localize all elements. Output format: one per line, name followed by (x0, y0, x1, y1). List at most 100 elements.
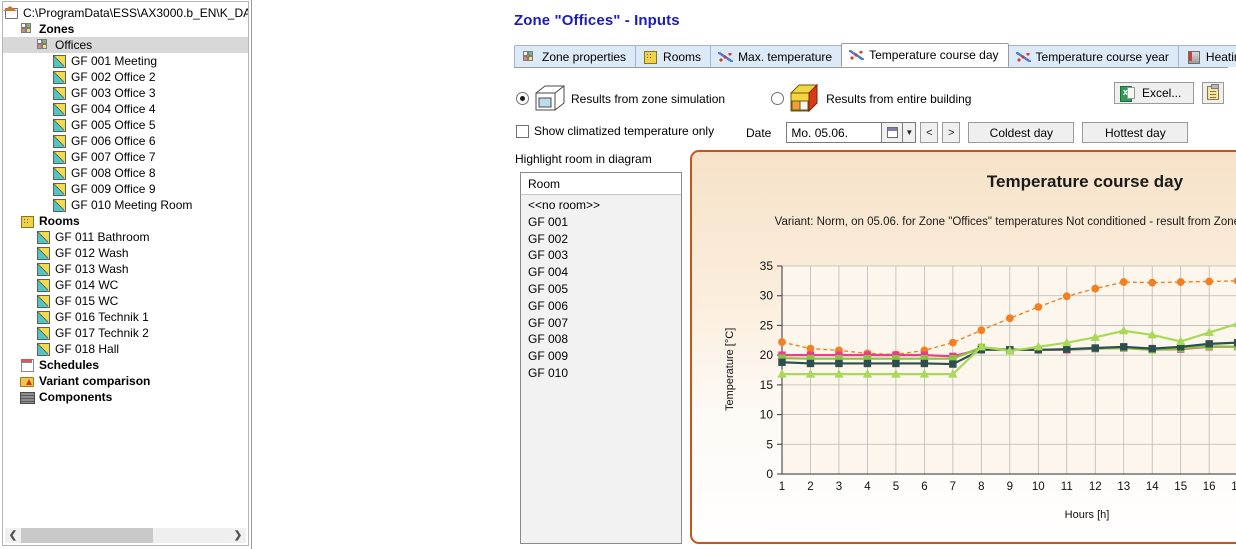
tree-item-variant-comparison[interactable]: Variant comparison (3, 373, 248, 389)
coldest-day-button[interactable]: Coldest day (968, 122, 1074, 143)
tree-item-gf-010-meeting-room[interactable]: GF 010 Meeting Room (3, 197, 248, 213)
x-tick-label: 5 (893, 481, 899, 493)
room-list-items[interactable]: <<no room>>GF 001GF 002GF 003GF 004GF 00… (521, 195, 681, 543)
tree-item-label: GF 014 WC (51, 277, 118, 293)
tree-item-label: GF 017 Technik 2 (51, 325, 149, 341)
climatized-only-checkbox[interactable] (516, 125, 529, 138)
climatized-only-checkbox-row[interactable]: Show climatized temperature only (516, 124, 714, 138)
tree-item-label: GF 011 Bathroom (51, 229, 150, 245)
date-input[interactable]: Mo. 05.06. (786, 122, 882, 143)
tree-item-gf-017-technik-2[interactable]: GF 017 Technik 2 (3, 325, 248, 341)
data-point (779, 339, 786, 346)
tree-item-components[interactable]: Components (3, 389, 248, 405)
room-list-item[interactable]: GF 004 (521, 264, 681, 281)
tree-item-label: GF 004 Office 4 (67, 101, 156, 117)
tab-rooms[interactable]: Rooms (635, 45, 711, 67)
room-list-item[interactable]: GF 006 (521, 298, 681, 315)
tree-item-gf-004-office-4[interactable]: GF 004 Office 4 (3, 101, 248, 117)
room-list-item[interactable]: GF 009 (521, 348, 681, 365)
room-list-item[interactable]: <<no room>> (521, 197, 681, 214)
highlight-room-label: Highlight room in diagram (515, 152, 652, 166)
previous-day-button[interactable]: < (920, 122, 938, 143)
tree-horizontal-scrollbar[interactable]: ❮ ❯ (2, 525, 249, 546)
tree-item-gf-014-wc[interactable]: GF 014 WC (3, 277, 248, 293)
tab-label: Temperature course year (1036, 50, 1169, 64)
radio-zone-simulation[interactable]: Results from zone simulation (516, 85, 725, 112)
data-point (1063, 293, 1070, 300)
scroll-right-icon[interactable]: ❯ (230, 528, 246, 543)
tree-item-label: Variant comparison (35, 373, 150, 389)
radio-entire-building[interactable]: Results from entire building (771, 84, 971, 113)
scroll-left-icon[interactable]: ❮ (5, 528, 21, 543)
tree-item-gf-002-office-2[interactable]: GF 002 Office 2 (3, 69, 248, 85)
y-tick-label: 30 (760, 289, 774, 303)
page-title: Zone "Offices" - Inputs (514, 12, 680, 29)
tab-temperature-course-day[interactable]: Temperature course day (841, 43, 1008, 67)
hottest-day-button[interactable]: Hottest day (1082, 122, 1188, 143)
next-day-button[interactable]: > (942, 122, 960, 143)
x-tick-label: 8 (978, 481, 984, 493)
tree-item-schedules[interactable]: Schedules (3, 357, 248, 373)
tree-item-gf-015-wc[interactable]: GF 015 WC (3, 293, 248, 309)
tree-item-label: GF 012 Wash (51, 245, 129, 261)
data-point (893, 360, 899, 366)
data-point (1121, 344, 1127, 350)
x-tick-label: 11 (1061, 481, 1073, 493)
project-tree[interactable]: C:\ProgramData\ESS\AX3000.b_EN\K_DATZone… (2, 1, 249, 525)
x-axis-label: Hours [h] (692, 509, 1236, 521)
tree-item-gf-016-technik-1[interactable]: GF 016 Technik 1 (3, 309, 248, 325)
wireframe-cube-icon (535, 85, 565, 112)
room-icon (35, 278, 51, 292)
brick-wall-icon (19, 390, 35, 404)
room-list-item[interactable]: GF 008 (521, 331, 681, 348)
copy-to-clipboard-button[interactable] (1202, 82, 1224, 104)
tab-temperature-course-year[interactable]: Temperature course year (1008, 45, 1179, 67)
room-list-item[interactable]: GF 002 (521, 231, 681, 248)
tree-item-gf-005-office-5[interactable]: GF 005 Office 5 (3, 117, 248, 133)
excel-export-button[interactable]: Excel... (1114, 82, 1194, 104)
room-icon (51, 166, 67, 180)
tree-item-gf-011-bathroom[interactable]: GF 011 Bathroom (3, 229, 248, 245)
tree-item-label: GF 005 Office 5 (67, 117, 156, 133)
tree-item-zones[interactable]: Zones (3, 21, 248, 37)
tree-item-gf-006-office-6[interactable]: GF 006 Office 6 (3, 133, 248, 149)
tree-item-gf-012-wash[interactable]: GF 012 Wash (3, 245, 248, 261)
tree-item-gf-009-office-9[interactable]: GF 009 Office 9 (3, 181, 248, 197)
room-list-item[interactable]: GF 010 (521, 365, 681, 382)
chevron-down-icon[interactable]: ▼ (903, 122, 916, 143)
tree-item-gf-003-office-3[interactable]: GF 003 Office 3 (3, 85, 248, 101)
tab-zone-properties[interactable]: Zone properties (514, 45, 636, 67)
tree-item-gf-013-wash[interactable]: GF 013 Wash (3, 261, 248, 277)
room-list-item[interactable]: GF 003 (521, 247, 681, 264)
data-point (1092, 345, 1098, 351)
tab-max-temperature[interactable]: Max. temperature (710, 45, 842, 67)
tab-heating-cooling-load-per-year[interactable]: Heating/Cooling load per year (1178, 45, 1236, 67)
load-icon (1186, 51, 1201, 63)
clipboard-icon (1207, 86, 1219, 100)
tree-item-rooms[interactable]: Rooms (3, 213, 248, 229)
room-list-item[interactable]: GF 001 (521, 214, 681, 231)
results-source-group: Results from zone simulation Results f (516, 84, 971, 113)
radio-entire-building-button[interactable] (771, 92, 784, 105)
data-point (1120, 279, 1127, 286)
room-list-item[interactable]: GF 005 (521, 281, 681, 298)
data-point (1206, 341, 1212, 347)
tree-item-label: Zones (35, 21, 74, 37)
room-list-item[interactable]: GF 007 (521, 315, 681, 332)
radio-zone-simulation-button[interactable] (516, 92, 529, 105)
tree-item-label: C:\ProgramData\ESS\AX3000.b_EN\K_DAT (19, 5, 249, 21)
scrollbar-track[interactable] (21, 528, 230, 543)
tree-item-gf-018-hall[interactable]: GF 018 Hall (3, 341, 248, 357)
scrollbar-thumb[interactable] (21, 528, 153, 543)
calendar-icon[interactable] (882, 122, 903, 143)
excel-icon (1120, 86, 1135, 101)
tree-item-label: Components (35, 389, 112, 405)
tree-root-path[interactable]: C:\ProgramData\ESS\AX3000.b_EN\K_DAT (3, 5, 248, 21)
tree-item-gf-007-office-7[interactable]: GF 007 Office 7 (3, 149, 248, 165)
tree-item-offices[interactable]: Offices (3, 37, 248, 53)
tree-item-label: GF 006 Office 6 (67, 133, 156, 149)
tree-item-gf-001-meeting[interactable]: GF 001 Meeting (3, 53, 248, 69)
tree-item-gf-008-office-8[interactable]: GF 008 Office 8 (3, 165, 248, 181)
room-list[interactable]: Room <<no room>>GF 001GF 002GF 003GF 004… (520, 172, 682, 544)
y-tick-label: 0 (766, 467, 773, 481)
